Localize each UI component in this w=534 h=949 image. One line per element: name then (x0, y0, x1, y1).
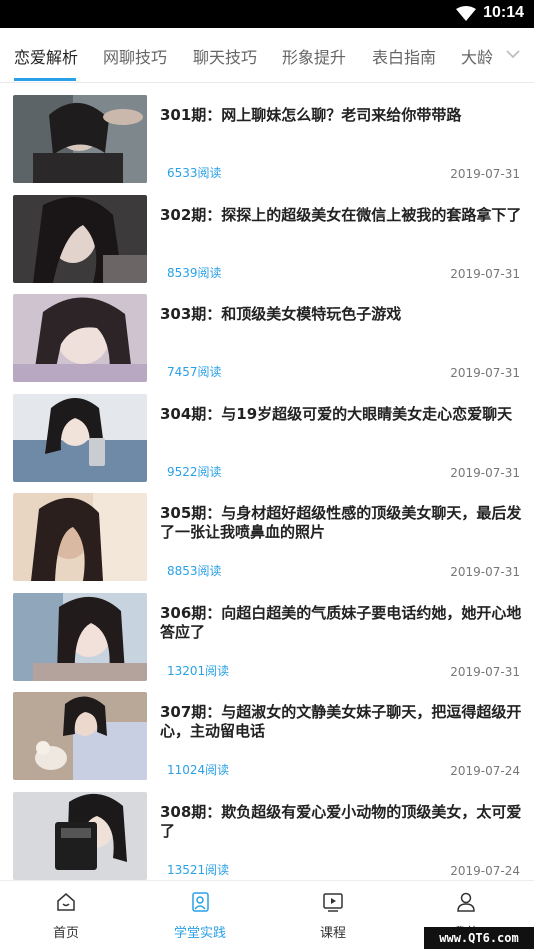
tabs-divider (0, 82, 534, 83)
article-title: 306期：向超白超美的气质妹子要电话约她，她开心地答应了 (160, 603, 522, 641)
article-title: 303期：和顶级美女模特玩色子游戏 (160, 305, 402, 323)
article-thumbnail (13, 692, 147, 780)
publish-date: 2019-07-31 (450, 465, 520, 480)
tab-love-analysis[interactable]: 恋爱解析 (14, 44, 78, 68)
nav-courses[interactable]: 课程 (293, 881, 373, 949)
article-item[interactable]: 305期：与身材超好超级性感的顶级美女聊天，最后发了一张让我喷鼻血的照片 885… (0, 490, 534, 590)
article-item[interactable]: 304期：与19岁超级可爱的大眼睛美女走心恋爱聊天 9522阅读 2019-07… (0, 391, 534, 491)
article-thumbnail (13, 592, 147, 681)
more-tabs-button[interactable] (500, 41, 530, 69)
practice-icon (192, 892, 209, 912)
publish-date: 2019-07-31 (450, 664, 520, 679)
article-item[interactable]: 306期：向超白超美的气质妹子要电话约她，她开心地答应了 13201阅读 201… (0, 590, 534, 690)
video-course-icon (323, 893, 343, 912)
nav-practice-label: 学堂实践 (173, 926, 226, 941)
nav-home-label: 首页 (52, 926, 79, 941)
article-thumbnail (13, 194, 147, 283)
nav-practice[interactable]: 学堂实践 (160, 881, 240, 949)
read-count: 13521阅读 (167, 862, 230, 877)
article-title: 308期：欺负超级有爱心爱小动物的顶级美女，太可爱了 (160, 802, 522, 840)
article-item[interactable]: 303期：和顶级美女模特玩色子游戏 7457阅读 2019-07-31 (0, 291, 534, 391)
article-item[interactable]: 307期：与超淑女的文静美女妹子聊天，把逗得超级开心，主动留电话 11024阅读… (0, 689, 534, 789)
publish-date: 2019-07-24 (450, 764, 520, 778)
user-icon (457, 892, 475, 912)
article-list: 301期：网上聊妹怎么聊？老司来给你带带路 6533阅读 2019-07-31 … (0, 92, 534, 880)
article-item[interactable]: 301期：网上聊妹怎么聊？老司来给你带带路 6533阅读 2019-07-31 (0, 92, 534, 192)
clock: 10:14 (483, 4, 524, 21)
article-title: 301期：网上聊妹怎么聊？老司来给你带带路 (160, 106, 462, 124)
tab-older-singles[interactable]: 大龄 (461, 44, 493, 68)
home-icon (57, 893, 75, 911)
nav-home[interactable]: 首页 (26, 881, 106, 949)
nav-courses-label: 课程 (319, 926, 346, 941)
article-title: 304期：与19岁超级可爱的大眼睛美女走心恋爱聊天 (160, 404, 513, 423)
article-thumbnail (13, 393, 147, 482)
chevron-down-icon (506, 50, 520, 59)
article-item[interactable]: 308期：欺负超级有爱心爱小动物的顶级美女，太可爱了 13521阅读 2019-… (0, 789, 534, 881)
active-tab-indicator (14, 78, 76, 81)
article-thumbnail (13, 95, 147, 183)
article-thumbnail (13, 294, 147, 382)
status-bar: 10:14 (0, 0, 534, 28)
article-title: 302期：探探上的超级美女在微信上被我的套路拿下了 (160, 205, 522, 224)
wifi-icon (456, 6, 476, 21)
tab-online-chat-skills[interactable]: 网聊技巧 (103, 44, 167, 68)
publish-date: 2019-07-31 (450, 366, 520, 380)
article-thumbnail (13, 493, 147, 581)
read-count: 11024阅读 (167, 763, 230, 777)
publish-date: 2019-07-31 (450, 167, 520, 181)
tab-image-improve[interactable]: 形象提升 (282, 44, 346, 68)
read-count: 6533阅读 (167, 166, 222, 180)
read-count: 8853阅读 (167, 564, 222, 578)
publish-date: 2019-07-31 (450, 565, 520, 579)
site-watermark: www.QT6.com (424, 927, 534, 949)
category-tabs: 恋爱解析 网聊技巧 聊天技巧 形象提升 表白指南 大龄 (0, 28, 534, 82)
publish-date: 2019-07-31 (450, 266, 520, 281)
publish-date: 2019-07-24 (450, 863, 520, 878)
article-thumbnail (13, 791, 147, 880)
article-title: 307期：与超淑女的文静美女妹子聊天，把逗得超级开心，主动留电话 (160, 703, 522, 740)
tab-chat-skills[interactable]: 聊天技巧 (193, 44, 257, 68)
read-count: 9522阅读 (167, 464, 222, 479)
article-title: 305期：与身材超好超级性感的顶级美女聊天，最后发了一张让我喷鼻血的照片 (160, 504, 522, 541)
read-count: 13201阅读 (167, 663, 230, 678)
tab-confession-guide[interactable]: 表白指南 (372, 44, 436, 68)
article-item[interactable]: 302期：探探上的超级美女在微信上被我的套路拿下了 8539阅读 2019-07… (0, 192, 534, 292)
read-count: 8539阅读 (167, 265, 222, 280)
read-count: 7457阅读 (167, 365, 222, 379)
